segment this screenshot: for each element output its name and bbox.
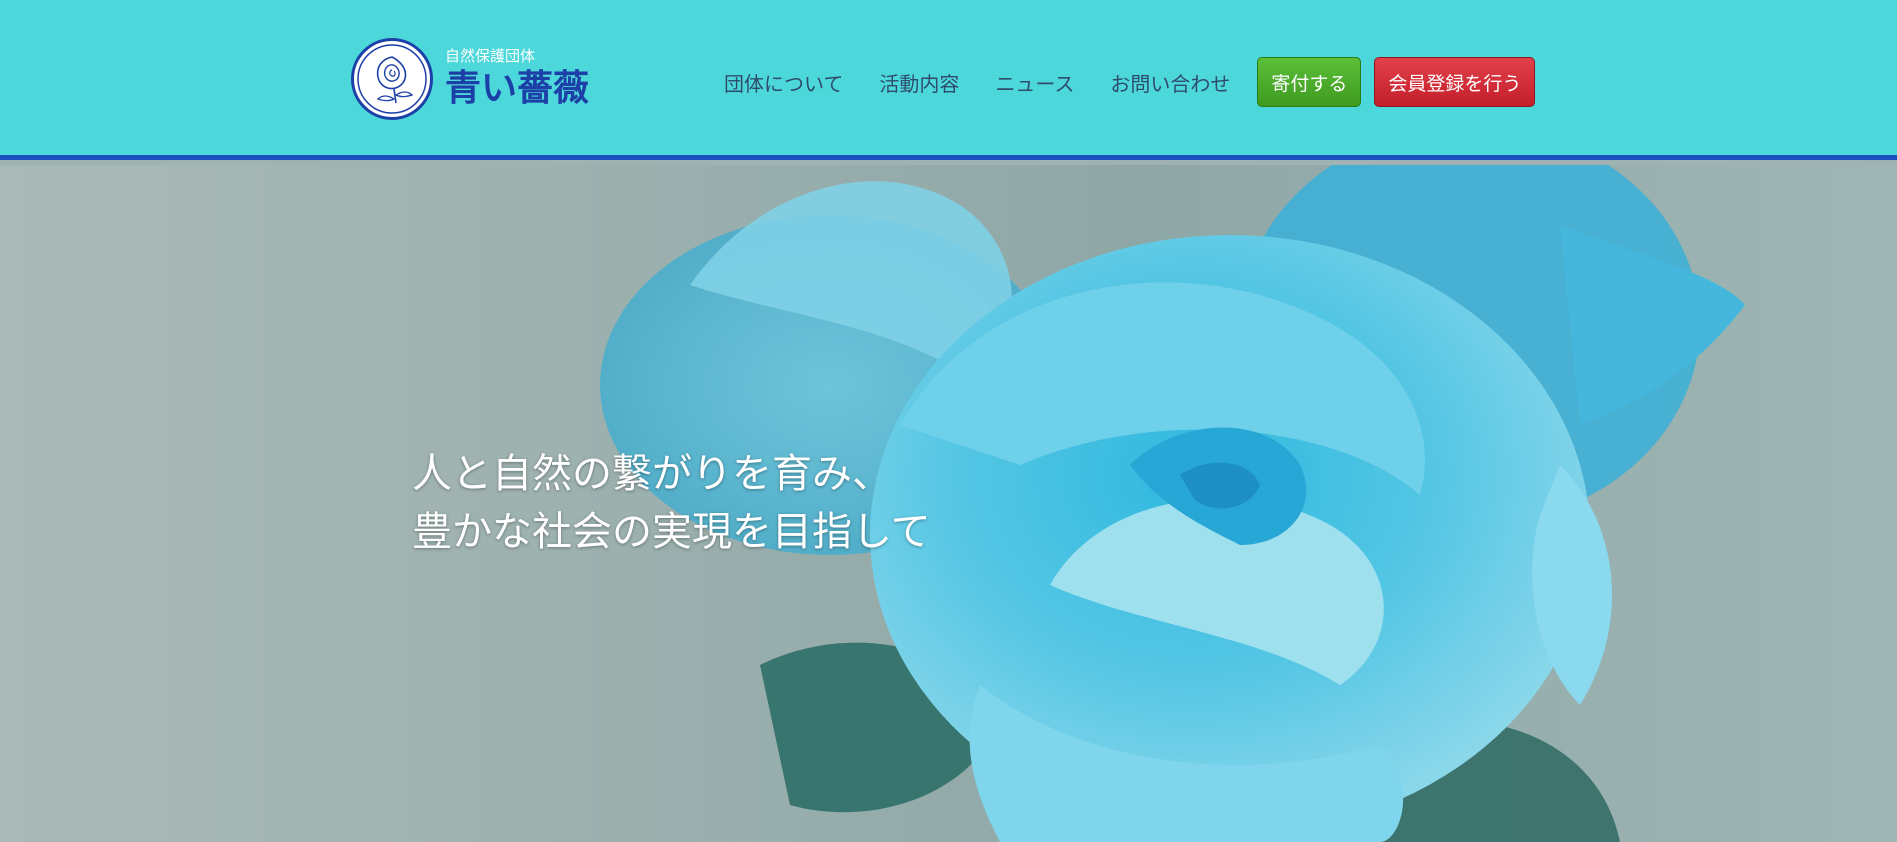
hero-tagline-line1: 人と自然の繋がりを育み、 [412, 451, 892, 497]
donate-button[interactable]: 寄付する [1257, 57, 1362, 107]
logo-name: 青い薔薇 [445, 68, 590, 109]
nav-link-about[interactable]: 団体について [724, 68, 843, 97]
main-nav: 団体について 活動内容 ニュース お問い合わせ 寄付する 会員登録を行う [724, 56, 1536, 108]
hero-banner: 人と自然の繋がりを育み、 豊かな社会の実現を目指して [0, 165, 1897, 842]
hero-tagline-line2: 豊かな社会の実現を目指して [412, 509, 931, 555]
nav-link-contact[interactable]: お問い合わせ [1110, 68, 1230, 97]
rose-emblem-icon [351, 38, 433, 120]
join-button[interactable]: 会員登録を行う [1374, 57, 1536, 107]
hero-tagline: 人と自然の繋がりを育み、 豊かな社会の実現を目指して [412, 445, 931, 561]
nav-link-news[interactable]: ニュース [995, 68, 1074, 97]
nav-link-activities[interactable]: 活動内容 [879, 68, 959, 97]
site-logo[interactable]: 自然保護団体 青い薔薇 [351, 37, 589, 121]
site-header: 自然保護団体 青い薔薇 団体について 活動内容 ニュース お問い合わせ 寄付する… [0, 0, 1897, 160]
blue-rose-photo [600, 165, 1745, 842]
logo-subtitle: 自然保護団体 [445, 47, 536, 65]
